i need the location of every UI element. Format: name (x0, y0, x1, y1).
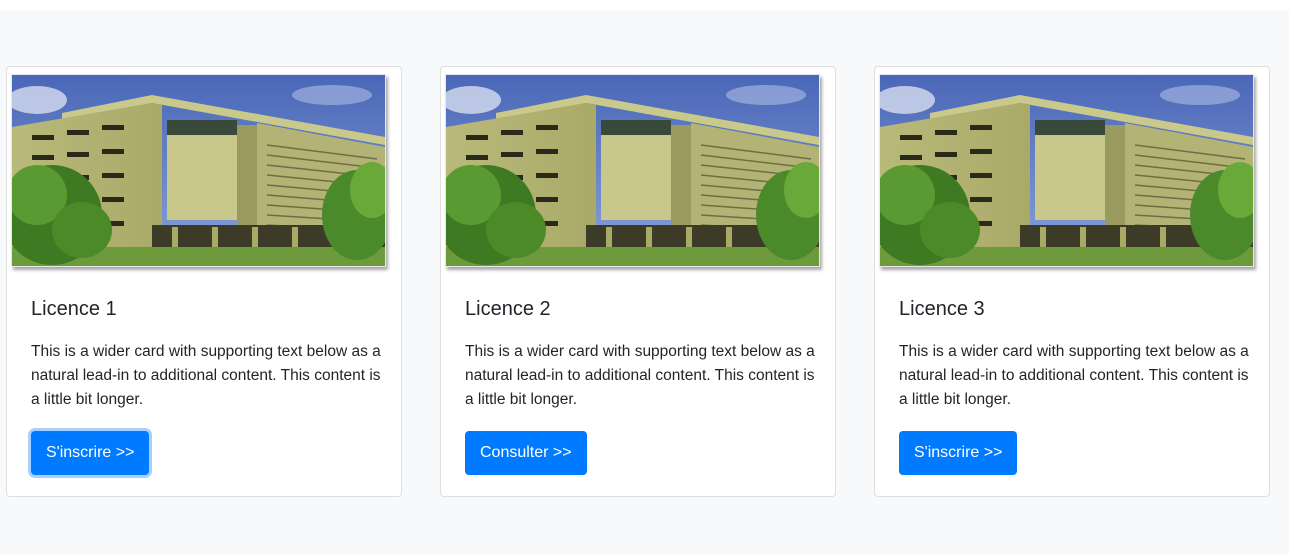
card-image (879, 74, 1254, 267)
card-licence-1: Licence 1 This is a wider card with supp… (6, 66, 402, 497)
card-title: Licence 1 (31, 298, 117, 320)
card-title: Licence 3 (899, 298, 985, 320)
card-title: Licence 2 (465, 298, 551, 320)
card-licence-2: Licence 2 This is a wider card with supp… (440, 66, 836, 497)
register-button[interactable]: S'inscrire >> (899, 431, 1018, 475)
register-button[interactable]: S'inscrire >> (31, 431, 150, 475)
card-licence-3: Licence 3 This is a wider card with supp… (874, 66, 1270, 497)
card-image (445, 74, 820, 267)
consult-button[interactable]: Consulter >> (465, 431, 587, 475)
card-text: This is a wider card with supporting tex… (31, 343, 381, 408)
card-text: This is a wider card with supporting tex… (899, 343, 1249, 408)
card-image (11, 74, 386, 267)
page-background: Licence 1 This is a wider card with supp… (0, 10, 1289, 555)
card-text: This is a wider card with supporting tex… (465, 343, 815, 408)
